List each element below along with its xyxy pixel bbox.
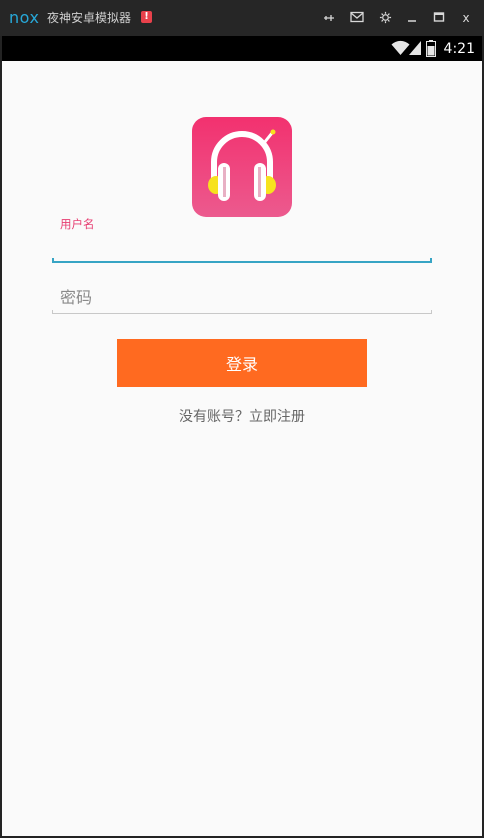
emulator-title-bar: nox 夜神安卓模拟器 ! x	[0, 0, 484, 36]
app-logo	[192, 117, 292, 217]
alert-badge[interactable]: !	[141, 11, 152, 23]
username-underline	[52, 258, 432, 263]
username-label: 用户名	[60, 217, 95, 231]
register-link[interactable]: 没有账号？立即注册	[2, 407, 482, 427]
password-underline	[52, 310, 432, 314]
battery-icon	[426, 40, 436, 57]
android-status-bar: 4:21	[2, 36, 482, 61]
username-input[interactable]	[52, 231, 432, 261]
maximize-button[interactable]	[429, 8, 449, 28]
maximize-icon	[433, 12, 445, 22]
login-button[interactable]: 登录	[117, 339, 367, 387]
login-screen: 用户名 登录 没有账号？立即注册	[2, 61, 482, 836]
emulator-window: nox 夜神安卓模拟器 ! x 4:21 用户名 登录 没有账号？立即注册	[0, 0, 484, 838]
mail-button[interactable]	[347, 8, 367, 28]
mail-icon	[350, 11, 364, 23]
nox-logo: nox	[9, 8, 40, 27]
pin-icon	[324, 15, 334, 21]
settings-button[interactable]	[375, 8, 395, 28]
cellular-signal-icon	[409, 41, 421, 55]
pin-button[interactable]	[319, 8, 339, 28]
headphones-icon	[192, 117, 292, 217]
password-input[interactable]	[52, 282, 432, 312]
minimize-button[interactable]	[402, 8, 422, 28]
emulator-title: 夜神安卓模拟器	[47, 11, 132, 25]
status-time: 4:21	[443, 41, 475, 57]
close-button[interactable]: x	[456, 8, 476, 28]
gear-icon	[379, 11, 391, 24]
minimize-icon	[408, 20, 416, 22]
